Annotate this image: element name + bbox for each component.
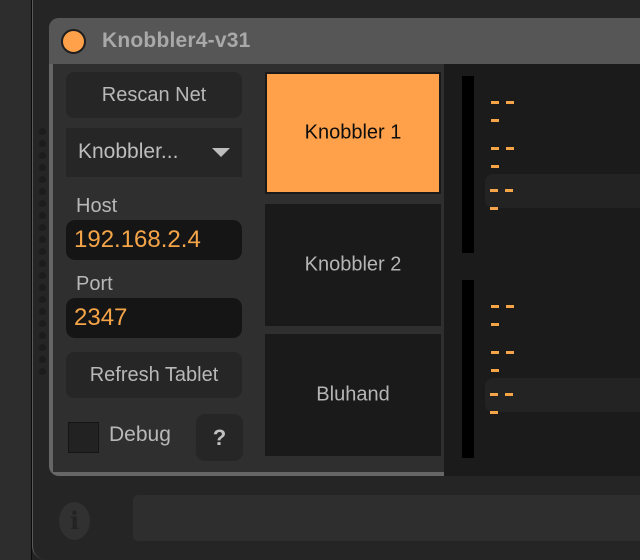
slot-empty-value: [491, 101, 533, 122]
slot-panel: [444, 64, 640, 476]
device-title: Knobbler4-v31: [102, 29, 251, 52]
slot-empty-value: [491, 351, 533, 372]
slot-empty-value: [490, 393, 532, 414]
device-select-value: Knobbler...: [78, 140, 179, 163]
debug-checkbox[interactable]: [68, 422, 99, 453]
tab-label: Knobbler 1: [304, 121, 402, 144]
slot-row[interactable]: [485, 336, 640, 372]
status-text: [133, 495, 640, 541]
host-label: Host: [76, 195, 118, 217]
power-toggle-icon[interactable]: [61, 29, 86, 54]
slot-row[interactable]: [485, 378, 640, 414]
slot-row[interactable]: [485, 132, 640, 168]
slot-empty-value: [491, 305, 533, 326]
tab-bluhand[interactable]: Bluhand: [265, 334, 441, 456]
tab-label: Bluhand: [316, 383, 390, 406]
device-select[interactable]: Knobbler...: [66, 128, 242, 177]
slot-row[interactable]: [485, 290, 640, 326]
tab-list: Knobbler 1 Knobbler 2 Bluhand: [265, 64, 445, 476]
slot-empty-value: [490, 189, 532, 210]
device-titlebar[interactable]: Knobbler4-v31: [49, 18, 640, 64]
slot-empty-value: [491, 147, 533, 168]
debug-label: Debug: [109, 423, 171, 446]
tab-knobbler-1[interactable]: Knobbler 1: [265, 72, 441, 194]
level-meter: [462, 280, 474, 458]
slot-row[interactable]: [485, 174, 640, 210]
help-button[interactable]: ?: [196, 414, 243, 461]
port-field[interactable]: 2347: [66, 298, 242, 338]
slot-row[interactable]: [485, 86, 640, 122]
tab-label: Knobbler 2: [304, 253, 402, 276]
device-body: Rescan Net Knobbler... Host 192.168.2.4 …: [53, 64, 640, 476]
status-bar: i: [32, 476, 640, 560]
refresh-tablet-button[interactable]: Refresh Tablet: [66, 352, 242, 398]
device-panel: Knobbler4-v31 Rescan Net Knobbler... Hos…: [49, 18, 640, 476]
info-icon[interactable]: i: [59, 502, 90, 540]
drag-grip[interactable]: [35, 128, 49, 378]
chevron-down-icon: [212, 148, 230, 157]
tab-knobbler-2[interactable]: Knobbler 2: [265, 204, 441, 326]
rescan-net-button[interactable]: Rescan Net: [66, 72, 242, 118]
level-meter: [462, 76, 474, 253]
host-field[interactable]: 192.168.2.4: [66, 220, 242, 260]
window-edge: [0, 0, 31, 560]
port-label: Port: [76, 273, 113, 295]
